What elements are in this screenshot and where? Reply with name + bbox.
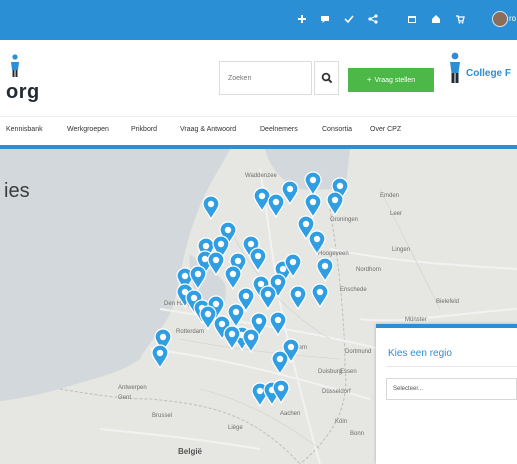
- location-pin-icon[interactable]: [269, 311, 287, 336]
- place-label: Essen: [340, 369, 357, 375]
- country-label: België: [178, 447, 203, 456]
- place-label: Münster: [405, 317, 427, 323]
- map-title: ies: [4, 180, 30, 202]
- place-label: Bielefeld: [436, 299, 460, 305]
- region-select[interactable]: Selecteer...: [386, 378, 517, 400]
- location-pin-icon[interactable]: [271, 350, 289, 375]
- location-pin-icon[interactable]: [202, 195, 220, 220]
- ask-question-label: Vraag stellen: [374, 76, 416, 84]
- region-divider: [386, 366, 517, 367]
- college-name[interactable]: College F: [466, 68, 511, 79]
- location-pin-icon[interactable]: [316, 257, 334, 282]
- nav-item-deelnemers[interactable]: Deelnemers: [260, 126, 298, 133]
- search-button[interactable]: [314, 61, 339, 95]
- place-label: Nordhorn: [356, 267, 382, 273]
- place-label: Duisburg: [318, 369, 343, 375]
- location-pin-icon[interactable]: [289, 285, 307, 310]
- region-panel: Kies een regio Selecteer...: [376, 324, 517, 464]
- region-title: Kies een regio: [388, 348, 452, 359]
- place-label: Dortmund: [345, 349, 372, 355]
- search-icon: [321, 72, 332, 84]
- place-label: Groningen: [330, 217, 359, 223]
- location-pin-icon[interactable]: [223, 325, 241, 350]
- ask-question-button[interactable]: + Vraag stellen: [348, 68, 434, 92]
- place-label: Antwerpen: [118, 385, 147, 391]
- location-pin-icon[interactable]: [207, 251, 225, 276]
- cart-icon[interactable]: [455, 14, 465, 24]
- search-input[interactable]: [219, 61, 312, 95]
- college-figure-icon: [450, 52, 460, 83]
- place-label: Bonn: [350, 431, 365, 437]
- map-area[interactable]: ies Waddenzee Groningen Emden Leer Hooge…: [0, 149, 517, 464]
- location-pin-icon[interactable]: [249, 247, 267, 272]
- share-icon[interactable]: [368, 14, 378, 24]
- place-label: Enschede: [340, 287, 367, 293]
- place-label: Liège: [228, 425, 243, 431]
- location-pin-icon[interactable]: [311, 283, 329, 308]
- nav-item-over-cpz[interactable]: Over CPZ: [370, 126, 401, 133]
- place-label: Brussel: [152, 413, 173, 419]
- logo-text[interactable]: org: [6, 81, 40, 104]
- chat-icon[interactable]: [320, 14, 330, 24]
- calendar-icon[interactable]: [407, 14, 417, 24]
- location-pin-icon[interactable]: [272, 379, 290, 404]
- plus-icon[interactable]: [297, 14, 307, 24]
- nav-item-consortia[interactable]: Consortia: [322, 126, 352, 133]
- site-header: org + Vraag stellen College F: [0, 40, 517, 115]
- main-nav: Kennisbank Werkgroepen Prikbord Vraag & …: [0, 116, 517, 144]
- plus-icon: +: [366, 75, 372, 84]
- location-pin-icon[interactable]: [259, 285, 277, 310]
- nav-item-vraag-antwoord[interactable]: Vraag & Antwoord: [180, 126, 236, 133]
- logo-figure-icon: [11, 54, 19, 77]
- nav-item-werkgroepen[interactable]: Werkgroepen: [67, 126, 109, 133]
- place-label: Gent: [118, 395, 132, 401]
- checkmark-icon[interactable]: [344, 14, 354, 24]
- user-avatar[interactable]: [492, 11, 508, 27]
- place-label: Aachen: [280, 411, 301, 417]
- place-label: Waddenzee: [245, 173, 277, 179]
- location-pin-icon[interactable]: [308, 230, 326, 255]
- location-pin-icon[interactable]: [326, 191, 344, 216]
- top-bar: ro: [0, 0, 517, 40]
- place-label: Düsseldorf: [322, 389, 351, 395]
- location-pin-icon[interactable]: [151, 344, 169, 369]
- place-label: Lingen: [392, 247, 411, 253]
- nav-item-kennisbank[interactable]: Kennisbank: [6, 126, 43, 133]
- location-pin-icon[interactable]: [242, 328, 260, 353]
- user-label[interactable]: ro: [509, 14, 516, 24]
- place-label: Köln: [335, 419, 348, 425]
- location-pin-icon[interactable]: [281, 180, 299, 205]
- nav-item-prikbord[interactable]: Prikbord: [131, 126, 157, 133]
- place-label: Emden: [380, 193, 400, 199]
- place-label: Leer: [390, 211, 403, 217]
- home-icon[interactable]: [431, 14, 441, 24]
